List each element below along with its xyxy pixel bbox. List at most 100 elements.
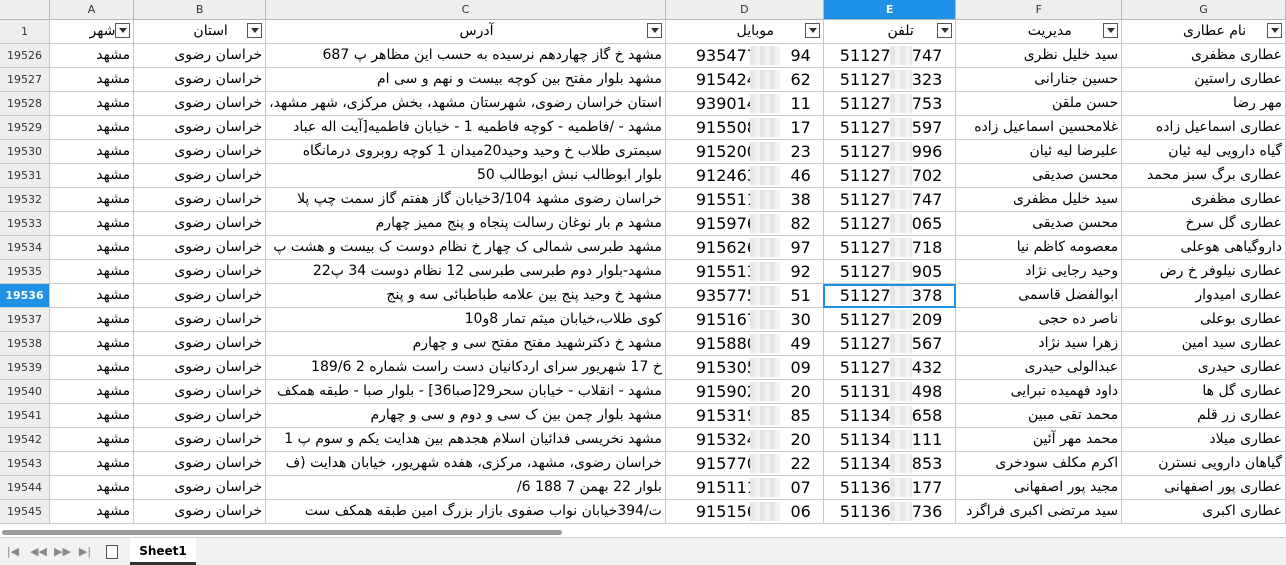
row-header[interactable]: 19540 — [0, 379, 50, 404]
cell-manager[interactable]: علیرضا لیه ئیان — [956, 140, 1120, 163]
cell-mobile[interactable]: 915976 82 — [666, 212, 822, 235]
cell-mobile[interactable]: 939014 11 — [666, 92, 822, 115]
cell-province[interactable]: خراسان رضوی — [134, 284, 265, 307]
spreadsheet-grid[interactable]: A B C D E F G 1 شهر استان آدرس موبایل تل… — [0, 0, 1286, 527]
cell-manager[interactable]: عبدالولی حیدری — [956, 356, 1120, 379]
cell-phone[interactable]: 51127 747 — [824, 188, 955, 211]
cell-manager[interactable]: حسن ملقن — [956, 92, 1120, 115]
row-header[interactable]: 19530 — [0, 139, 50, 164]
cell-address[interactable]: خراسان رضوی مشهد 3/104خیابان گاز هفتم گا… — [266, 188, 664, 211]
cell-address[interactable]: مشهد - /فاطمیه - کوچه فاطمیه 1 - خیابان … — [266, 116, 664, 139]
column-header-b[interactable]: B — [133, 0, 267, 20]
header-cell-province[interactable]: استان — [134, 20, 265, 43]
cell-shop[interactable]: داروگیاهی هوعلی — [1122, 236, 1284, 259]
cell-address[interactable]: استان خراسان رضوی، شهرستان مشهد، بخش مرک… — [266, 92, 664, 115]
cell-manager[interactable]: غلامحسین اسماعیل زاده — [956, 116, 1120, 139]
cell-manager[interactable]: داود فهمیده تبرایی — [956, 380, 1120, 403]
cell-mobile[interactable]: 915511 38 — [666, 188, 822, 211]
cell-address[interactable]: مشهد بلوار چمن بین ک سی و دوم و سی و چها… — [266, 404, 664, 427]
row-header[interactable]: 19545 — [0, 499, 50, 524]
cell-manager[interactable]: زهرا سید نژاد — [956, 332, 1120, 355]
cell-phone[interactable]: 51127 378 — [824, 284, 955, 307]
row-header[interactable]: 19526 — [0, 43, 50, 68]
row-header[interactable]: 19541 — [0, 403, 50, 428]
cell-address[interactable]: بلوار ابوطالب نبش ابوطالب 50 — [266, 164, 664, 187]
cell-province[interactable]: خراسان رضوی — [134, 116, 265, 139]
cell-province[interactable]: خراسان رضوی — [134, 356, 265, 379]
row-header[interactable]: 19543 — [0, 451, 50, 476]
cell-phone[interactable]: 51127 323 — [824, 68, 955, 91]
cell-province[interactable]: خراسان رضوی — [134, 500, 265, 523]
scrollbar-thumb[interactable] — [2, 530, 562, 535]
row-header[interactable]: 19535 — [0, 259, 50, 284]
column-header-f[interactable]: F — [955, 0, 1123, 20]
cell-province[interactable]: خراسان رضوی — [134, 212, 265, 235]
cell-city[interactable]: مشهد — [50, 476, 133, 499]
cell-city[interactable]: مشهد — [50, 284, 133, 307]
cell-manager[interactable]: سید خلیل مظفری — [956, 188, 1120, 211]
autofilter-dropdown-icon[interactable] — [115, 23, 131, 38]
header-cell-shop[interactable]: نام عطاری — [1122, 20, 1284, 43]
cell-address[interactable]: مشهد خ گاز چهاردهم نرسیده به حسب این مظا… — [266, 44, 664, 67]
cell-province[interactable]: خراسان رضوی — [134, 140, 265, 163]
cell-phone[interactable]: 51127 567 — [824, 332, 955, 355]
cell-city[interactable]: مشهد — [50, 68, 133, 91]
cell-manager[interactable]: وحید رجایی نژاد — [956, 260, 1120, 283]
next-sheet-icon[interactable]: ▶▶ — [54, 546, 71, 558]
cell-mobile[interactable]: 915324 20 — [666, 428, 822, 451]
cell-phone[interactable]: 51127 718 — [824, 236, 955, 259]
cell-city[interactable]: مشهد — [50, 116, 133, 139]
cell-shop[interactable]: عطاری پور اصفهانی — [1122, 476, 1284, 499]
cell-shop[interactable]: گیاهان دارویی نسترن — [1122, 452, 1284, 475]
last-sheet-icon[interactable]: ▶| — [78, 546, 92, 558]
autofilter-dropdown-icon[interactable] — [937, 23, 953, 38]
cell-manager[interactable]: مجید پور اصفهانی — [956, 476, 1120, 499]
cell-province[interactable]: خراسان رضوی — [134, 188, 265, 211]
cell-province[interactable]: خراسان رضوی — [134, 44, 265, 67]
cell-province[interactable]: خراسان رضوی — [134, 308, 265, 331]
cell-phone[interactable]: 51127 747 — [824, 44, 955, 67]
row-header[interactable]: 19544 — [0, 475, 50, 500]
previous-sheet-icon[interactable]: ◀◀ — [30, 546, 47, 558]
cell-phone[interactable]: 51127 702 — [824, 164, 955, 187]
cell-address[interactable]: مشهد خ وحید پنج بین علامه طباطبائی سه و … — [266, 284, 664, 307]
cell-phone[interactable]: 51134 111 — [824, 428, 955, 451]
cell-address[interactable]: خ 17 شهریور سرای اردکانیان دست راست شمار… — [266, 356, 664, 379]
cell-province[interactable]: خراسان رضوی — [134, 164, 265, 187]
cell-mobile[interactable]: 915880 49 — [666, 332, 822, 355]
cell-address[interactable]: سیمتری طلاب خ وحید وحید20میدان 1 کوچه رو… — [266, 140, 664, 163]
header-cell-city[interactable]: شهر — [50, 20, 133, 43]
cell-address[interactable]: مشهد طبرسی شمالی ک چهار خ نظام دوست ک بی… — [266, 236, 664, 259]
cell-phone[interactable]: 51127 597 — [824, 116, 955, 139]
cell-province[interactable]: خراسان رضوی — [134, 92, 265, 115]
row-header[interactable]: 19537 — [0, 307, 50, 332]
row-header[interactable]: 19538 — [0, 331, 50, 356]
cell-table[interactable]: A B C D E F G 1 شهر استان آدرس موبایل تل… — [0, 0, 1286, 524]
cell-manager[interactable]: محمد مهر آئین — [956, 428, 1120, 451]
cell-city[interactable]: مشهد — [50, 92, 133, 115]
cell-province[interactable]: خراسان رضوی — [134, 236, 265, 259]
cell-city[interactable]: مشهد — [50, 212, 133, 235]
cell-city[interactable]: مشهد — [50, 428, 133, 451]
cell-city[interactable]: مشهد — [50, 308, 133, 331]
cell-phone[interactable]: 51134 658 — [824, 404, 955, 427]
cell-province[interactable]: خراسان رضوی — [134, 260, 265, 283]
cell-phone[interactable]: 51127 753 — [824, 92, 955, 115]
cell-shop[interactable]: عطاری حیدری — [1122, 356, 1284, 379]
cell-city[interactable]: مشهد — [50, 44, 133, 67]
cell-province[interactable]: خراسان رضوی — [134, 68, 265, 91]
cell-province[interactable]: خراسان رضوی — [134, 476, 265, 499]
cell-address[interactable]: کوی طلاب،خیابان میثم تمار 8و10 — [266, 308, 664, 331]
cell-mobile[interactable]: 915770 22 — [666, 452, 822, 475]
cell-phone[interactable]: 51131 498 — [824, 380, 955, 403]
cell-city[interactable]: مشهد — [50, 140, 133, 163]
column-header-e[interactable]: E — [823, 0, 957, 20]
cell-mobile[interactable]: 915626 97 — [666, 236, 822, 259]
column-header-c[interactable]: C — [265, 0, 666, 20]
row-header[interactable]: 19527 — [0, 67, 50, 92]
row-header[interactable]: 19542 — [0, 427, 50, 452]
cell-address[interactable]: خراسان رضوی، مشهد، مرکزی، هفده شهریور، خ… — [266, 452, 664, 475]
cell-mobile[interactable]: 915167 30 — [666, 308, 822, 331]
cell-address[interactable]: مشهد-بلوار دوم طبرسی طبرسی 12 نظام دوست … — [266, 260, 664, 283]
sheet-tab[interactable]: Sheet1 — [130, 538, 196, 565]
